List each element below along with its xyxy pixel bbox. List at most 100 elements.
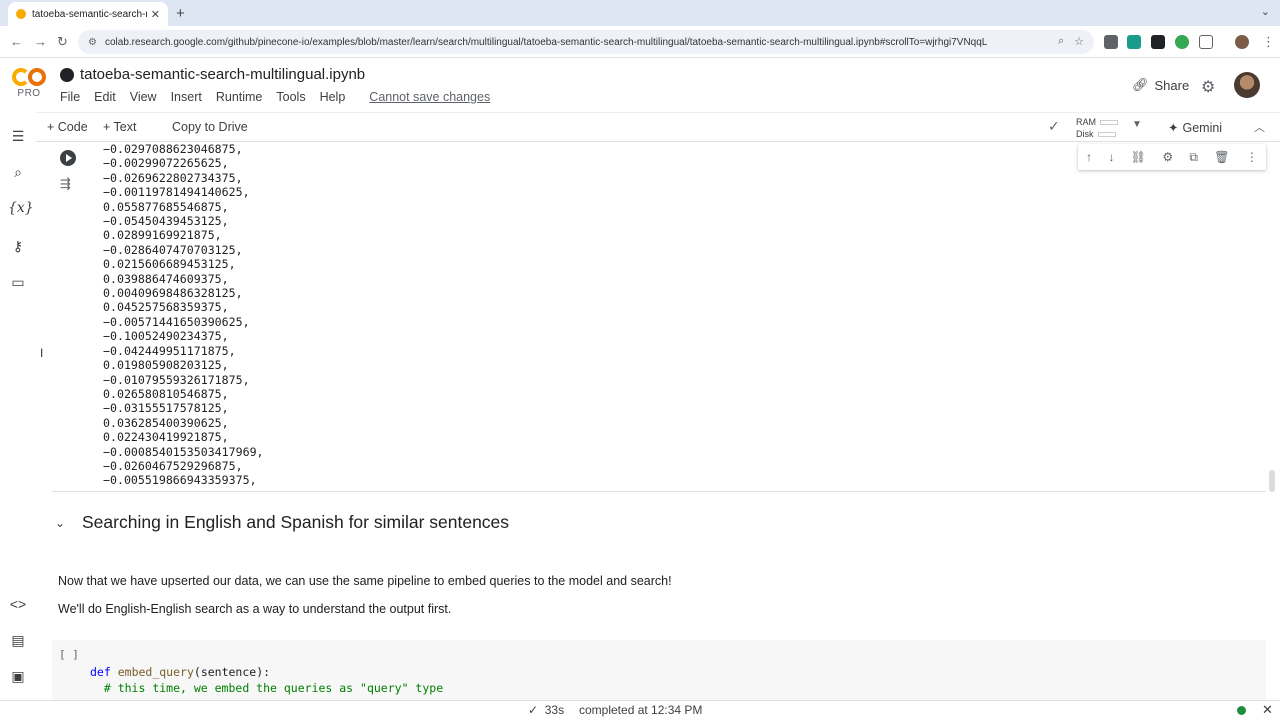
code-cell[interactable]: [ ] def embed_query(sentence): # this ti… (52, 640, 1266, 700)
share-button[interactable]: 🔗︎ Share (1132, 77, 1189, 93)
settings-gear-icon[interactable]: ⚙ (1201, 77, 1215, 97)
colab-logo[interactable]: PRO (12, 68, 46, 99)
delete-cell-icon[interactable]: 🗑︎ (1214, 150, 1229, 164)
url-text: colab.research.google.com/github/pinecon… (104, 36, 988, 48)
output-line: −0.01079559326171875, (103, 372, 250, 387)
cannot-save-link[interactable]: Cannot save changes (369, 90, 490, 104)
search-icon[interactable]: ⌕ (8, 164, 28, 181)
avatar[interactable] (1234, 72, 1260, 98)
status-elapsed: ✓ 33s (528, 703, 564, 717)
code-function-name: embed_query (117, 665, 194, 679)
output-toggle-icon[interactable]: ⇶ (60, 176, 71, 192)
output-line: 0.00409698486328125, (103, 286, 243, 301)
zoom-icon[interactable]: ⌕ (1058, 35, 1064, 48)
terminal-icon[interactable]: ▣ (8, 668, 28, 685)
secrets-key-icon[interactable]: ⚷ (8, 238, 28, 255)
menu-insert[interactable]: Insert (171, 90, 202, 104)
ram-disk-indicator[interactable]: RAM Disk (1076, 116, 1118, 140)
extension-icon[interactable] (1175, 35, 1189, 49)
extensions-puzzle-icon[interactable] (1199, 35, 1213, 49)
tab-title: tatoeba-semantic-search-m... (32, 8, 147, 20)
elapsed-time: 33s (544, 703, 565, 717)
code-comment: # this time, we embed the queries as "qu… (103, 681, 444, 695)
site-info-icon[interactable]: ⚙ (88, 37, 97, 48)
share-label: Share (1154, 77, 1190, 93)
extension-icon[interactable] (1151, 35, 1165, 49)
output-line: −0.0260467529296875, (103, 458, 243, 473)
output-cell: ⇶ −0.0297088623046875, −0.00299072265625,… (52, 142, 1266, 492)
extension-icon[interactable] (1127, 35, 1141, 49)
forward-icon[interactable]: → (34, 34, 47, 49)
profile-avatar-icon[interactable] (1235, 35, 1249, 49)
code-editor[interactable]: def embed_query(sentence): # this time, … (90, 664, 443, 696)
gemini-button[interactable]: ✦ Gemini (1168, 120, 1223, 136)
extension-icon[interactable] (1104, 35, 1118, 49)
notebook-toolbar: + Code + Text Copy to Drive ✓ RAM Disk ▼… (36, 112, 1280, 142)
section-header: ⌄ Searching in English and Spanish for s… (52, 512, 509, 533)
cell-toolbar: ↑ ↓ ⛓ ⚙ ⧉ 🗑︎ ⋮ (1078, 144, 1266, 170)
back-icon[interactable]: ← (10, 34, 23, 49)
status-dot-icon (1237, 706, 1246, 715)
bookmark-star-icon[interactable]: ☆ (1074, 35, 1084, 48)
add-text-button[interactable]: + Text (103, 120, 136, 134)
output-line: 0.019805908203125, (103, 358, 229, 373)
scrollbar-thumb[interactable] (1269, 470, 1275, 492)
link-to-cell-icon[interactable]: ⛓ (1131, 150, 1146, 164)
copy-to-drive-button[interactable]: Copy to Drive (172, 120, 248, 134)
menu-tools[interactable]: Tools (276, 90, 305, 104)
table-of-contents-icon[interactable]: ☰ (8, 128, 28, 145)
more-actions-icon[interactable]: ⋮ (1246, 150, 1258, 164)
browser-tab[interactable]: tatoeba-semantic-search-m... ✕ (8, 2, 168, 26)
menu-runtime[interactable]: Runtime (216, 90, 263, 104)
menu-file[interactable]: File (60, 90, 80, 104)
address-bar-row: ← → ↻ ⚙ colab.research.google.com/github… (0, 26, 1280, 58)
output-line: −0.03155517578125, (103, 401, 229, 416)
collapse-section-chevron-icon[interactable]: ⌄ (52, 516, 68, 530)
execution-count: [ ] (59, 648, 79, 661)
menu-bar: File Edit View Insert Runtime Tools Help… (60, 90, 490, 104)
output-line: −0.0286407470703125, (103, 242, 243, 257)
reload-icon[interactable]: ↻ (57, 34, 68, 50)
text-cursor-icon: I (40, 346, 44, 360)
command-palette-icon[interactable]: ▤ (8, 632, 28, 649)
close-tab-icon[interactable]: ✕ (151, 8, 160, 21)
code-keyword: def (90, 665, 111, 679)
output-line: −0.005519866943359375, (103, 473, 257, 488)
url-bar[interactable]: ⚙ colab.research.google.com/github/pinec… (78, 30, 1094, 54)
disk-label: Disk (1076, 129, 1094, 139)
completed-time: completed at 12:34 PM (579, 703, 703, 717)
variables-icon[interactable]: {x} (8, 200, 34, 216)
run-cell-button[interactable] (60, 150, 76, 166)
notebook-title[interactable]: tatoeba-semantic-search-multilingual.ipy… (80, 66, 365, 83)
menu-view[interactable]: View (130, 90, 157, 104)
collapse-header-icon[interactable]: ︿ (1254, 119, 1265, 135)
output-line: −0.0269622802734375, (103, 170, 243, 185)
markdown-paragraph: Now that we have upserted our data, we c… (58, 574, 672, 588)
pro-label: PRO (17, 88, 41, 99)
menu-help[interactable]: Help (320, 90, 346, 104)
move-down-icon[interactable]: ↓ (1108, 150, 1114, 164)
code-snippets-icon[interactable]: <> (8, 596, 28, 612)
add-code-button[interactable]: + Code (47, 120, 88, 134)
connected-check-icon[interactable]: ✓ (1048, 118, 1060, 135)
new-tab-icon[interactable]: + (176, 5, 185, 22)
runtime-dropdown-icon[interactable]: ▼ (1132, 119, 1142, 130)
mirror-cell-icon[interactable]: ⧉ (1189, 150, 1198, 165)
output-line: 0.0215606689453125, (103, 257, 236, 272)
output-line: −0.0297088623046875, (103, 142, 243, 156)
tab-search-chevron-icon[interactable]: ⌄ (1261, 5, 1270, 18)
output-line: 0.039886474609375, (103, 271, 229, 286)
link-icon: 🔗︎ (1132, 77, 1149, 92)
github-icon (60, 67, 74, 82)
markdown-paragraph: We'll do English-English search as a way… (58, 602, 452, 616)
output-line: −0.00571441650390625, (103, 314, 250, 329)
cell-settings-icon[interactable]: ⚙ (1162, 150, 1173, 164)
files-folder-icon[interactable]: ▭ (8, 274, 28, 291)
close-status-icon[interactable]: ✕ (1262, 702, 1273, 718)
gemini-label: Gemini (1182, 120, 1223, 135)
output-line: −0.10052490234375, (103, 329, 229, 344)
menu-edit[interactable]: Edit (94, 90, 116, 104)
browser-menu-icon[interactable]: ⋮ (1262, 34, 1275, 50)
status-bar: ✓ 33s completed at 12:34 PM ✕ (0, 700, 1280, 720)
move-up-icon[interactable]: ↑ (1086, 150, 1092, 164)
